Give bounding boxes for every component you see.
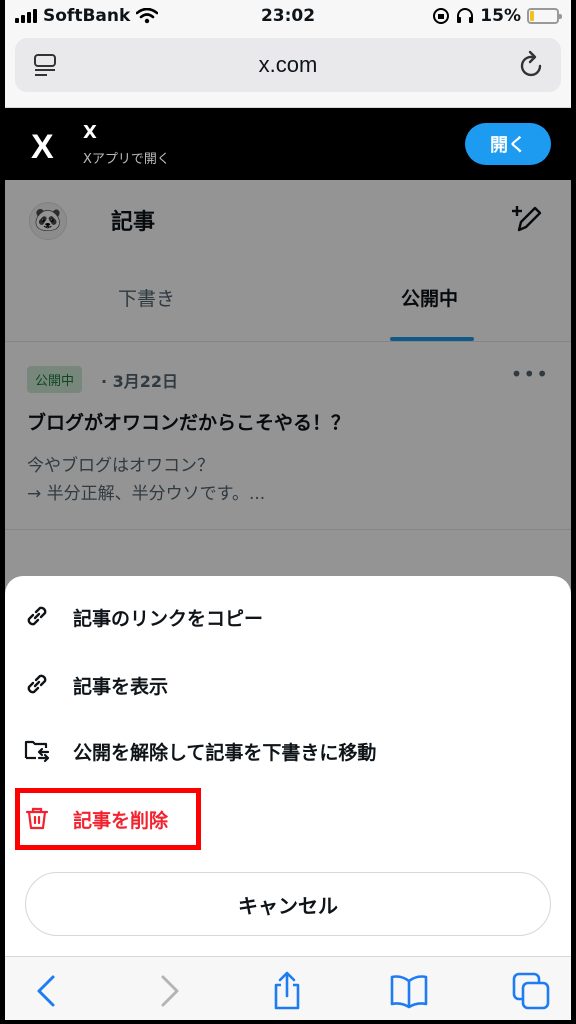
app-name: X	[83, 122, 97, 143]
menu-item-label: 記事を表示	[73, 676, 169, 698]
battery-percent: 15%	[480, 6, 521, 26]
status-bar: SoftBank 23:02 15%	[5, 0, 571, 32]
open-app-button[interactable]: 開く	[465, 123, 551, 165]
menu-item-view-article[interactable]: 記事を表示	[5, 656, 571, 712]
tabs-icon[interactable]	[511, 971, 551, 1011]
link-icon	[27, 606, 47, 626]
forward-icon[interactable]	[149, 971, 189, 1011]
highlight-box	[15, 788, 201, 850]
folder-move-icon	[24, 740, 50, 763]
battery-icon	[527, 8, 562, 24]
url-text[interactable]: x.com	[15, 52, 561, 78]
headphones-icon	[457, 8, 474, 23]
menu-item-label: 公開を解除して記事を下書きに移動	[73, 742, 377, 764]
share-icon[interactable]	[267, 971, 307, 1011]
status-right: 15%	[432, 6, 562, 26]
menu-item-copy-link[interactable]: 記事のリンクをコピー	[5, 588, 571, 644]
browser-address-area: x.com	[5, 32, 571, 108]
browser-toolbar	[5, 956, 571, 1020]
action-sheet: 記事のリンクをコピー 記事を表示 公開を解除して記事を下書きに移動 記事を削除 …	[5, 576, 571, 1020]
phone-screen: SoftBank 23:02 15% x.com X X Xアプリで開く 開く …	[5, 0, 571, 1020]
reload-icon[interactable]	[519, 50, 545, 78]
orientation-lock-icon	[433, 8, 450, 24]
bookmarks-icon[interactable]	[389, 971, 429, 1011]
link-icon	[27, 674, 47, 694]
menu-item-unpublish[interactable]: 公開を解除して記事を下書きに移動	[5, 722, 571, 778]
app-banner: X X Xアプリで開く 開く	[5, 108, 571, 180]
app-subtitle: Xアプリで開く	[83, 152, 170, 167]
address-bar[interactable]: x.com	[15, 38, 561, 92]
menu-item-label: 記事のリンクをコピー	[73, 608, 264, 630]
x-logo: X	[31, 128, 54, 166]
back-icon[interactable]	[27, 971, 67, 1011]
cancel-button[interactable]: キャンセル	[25, 872, 551, 936]
